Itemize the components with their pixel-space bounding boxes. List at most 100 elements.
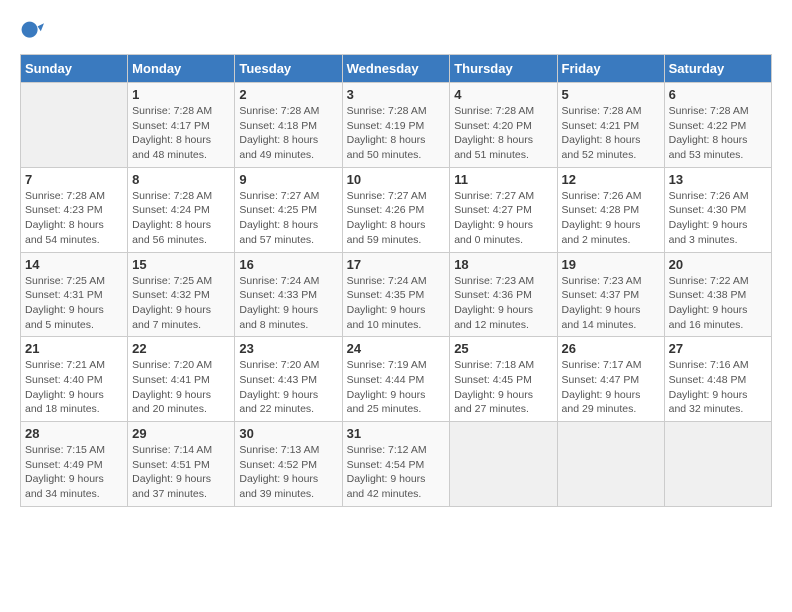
calendar-table: SundayMondayTuesdayWednesdayThursdayFrid… (20, 54, 772, 507)
calendar-cell: 7 Sunrise: 7:28 AM Sunset: 4:23 PM Daylig… (21, 167, 128, 252)
day-number: 9 (239, 172, 337, 187)
calendar-cell: 30Sunrise: 7:13 AM Sunset: 4:52 PM Dayli… (235, 422, 342, 507)
calendar-week-2: 7 Sunrise: 7:28 AM Sunset: 4:23 PM Daylig… (21, 167, 772, 252)
day-info: Sunrise: 7:22 AM Sunset: 4:38 PM Dayligh… (669, 274, 767, 333)
day-info: Sunrise: 7:19 AM Sunset: 4:44 PM Dayligh… (347, 358, 446, 417)
day-number: 31 (347, 426, 446, 441)
calendar-cell: 31 Sunrise: 7:12 AM Sunset: 4:54 PM Dayli… (342, 422, 450, 507)
day-info: Sunrise: 7:25 AM Sunset: 4:32 PM Dayligh… (132, 274, 230, 333)
calendar-cell: 23Sunrise: 7:20 AM Sunset: 4:43 PM Dayli… (235, 337, 342, 422)
day-number: 2 (239, 87, 337, 102)
day-number: 26 (562, 341, 660, 356)
day-info: Sunrise: 7:20 AM Sunset: 4:43 PM Dayligh… (239, 358, 337, 417)
calendar-cell: 8 Sunrise: 7:28 AM Sunset: 4:24 PM Daylig… (128, 167, 235, 252)
day-info: Sunrise: 7:20 AM Sunset: 4:41 PM Dayligh… (132, 358, 230, 417)
day-number: 21 (25, 341, 123, 356)
day-number: 7 (25, 172, 123, 187)
day-number: 8 (132, 172, 230, 187)
day-info: Sunrise: 7:21 AM Sunset: 4:40 PM Dayligh… (25, 358, 123, 417)
day-number: 17 (347, 257, 446, 272)
day-info: Sunrise: 7:14 AM Sunset: 4:51 PM Dayligh… (132, 443, 230, 502)
day-info: Sunrise: 7:24 AM Sunset: 4:35 PM Dayligh… (347, 274, 446, 333)
day-info: Sunrise: 7:12 AM Sunset: 4:54 PM Dayligh… (347, 443, 446, 502)
calendar-cell: 12 Sunrise: 7:26 AM Sunset: 4:28 PM Dayli… (557, 167, 664, 252)
calendar-cell: 9Sunrise: 7:27 AM Sunset: 4:25 PM Daylig… (235, 167, 342, 252)
calendar-cell: 22 Sunrise: 7:20 AM Sunset: 4:41 PM Dayli… (128, 337, 235, 422)
day-info: Sunrise: 7:27 AM Sunset: 4:26 PM Dayligh… (347, 189, 446, 248)
day-info: Sunrise: 7:28 AM Sunset: 4:19 PM Dayligh… (347, 104, 446, 163)
day-number: 18 (454, 257, 552, 272)
calendar-week-3: 14 Sunrise: 7:25 AM Sunset: 4:31 PM Dayli… (21, 252, 772, 337)
calendar-cell (21, 83, 128, 168)
calendar-cell: 2 Sunrise: 7:28 AM Sunset: 4:18 PM Daylig… (235, 83, 342, 168)
day-info: Sunrise: 7:28 AM Sunset: 4:20 PM Dayligh… (454, 104, 552, 163)
day-number: 24 (347, 341, 446, 356)
calendar-cell: 27Sunrise: 7:16 AM Sunset: 4:48 PM Dayli… (664, 337, 771, 422)
calendar-cell: 19Sunrise: 7:23 AM Sunset: 4:37 PM Dayli… (557, 252, 664, 337)
calendar-cell: 17 Sunrise: 7:24 AM Sunset: 4:35 PM Dayli… (342, 252, 450, 337)
day-number: 12 (562, 172, 660, 187)
calendar-cell: 20 Sunrise: 7:22 AM Sunset: 4:38 PM Dayli… (664, 252, 771, 337)
day-number: 29 (132, 426, 230, 441)
day-number: 14 (25, 257, 123, 272)
day-number: 28 (25, 426, 123, 441)
calendar-cell (557, 422, 664, 507)
calendar-week-5: 28 Sunrise: 7:15 AM Sunset: 4:49 PM Dayli… (21, 422, 772, 507)
day-number: 25 (454, 341, 552, 356)
column-header-wednesday: Wednesday (342, 55, 450, 83)
calendar-cell: 29 Sunrise: 7:14 AM Sunset: 4:51 PM Dayli… (128, 422, 235, 507)
day-number: 27 (669, 341, 767, 356)
calendar-week-1: 1 Sunrise: 7:28 AM Sunset: 4:17 PM Daylig… (21, 83, 772, 168)
day-number: 22 (132, 341, 230, 356)
calendar-cell: 4 Sunrise: 7:28 AM Sunset: 4:20 PM Daylig… (450, 83, 557, 168)
calendar-cell: 6 Sunrise: 7:28 AM Sunset: 4:22 PM Daylig… (664, 83, 771, 168)
column-header-thursday: Thursday (450, 55, 557, 83)
day-number: 6 (669, 87, 767, 102)
day-number: 19 (562, 257, 660, 272)
day-number: 4 (454, 87, 552, 102)
day-info: Sunrise: 7:26 AM Sunset: 4:30 PM Dayligh… (669, 189, 767, 248)
calendar-cell: 18Sunrise: 7:23 AM Sunset: 4:36 PM Dayli… (450, 252, 557, 337)
day-info: Sunrise: 7:28 AM Sunset: 4:22 PM Dayligh… (669, 104, 767, 163)
calendar-header: SundayMondayTuesdayWednesdayThursdayFrid… (21, 55, 772, 83)
column-header-friday: Friday (557, 55, 664, 83)
day-number: 20 (669, 257, 767, 272)
calendar-cell (664, 422, 771, 507)
day-info: Sunrise: 7:15 AM Sunset: 4:49 PM Dayligh… (25, 443, 123, 502)
calendar-cell: 13Sunrise: 7:26 AM Sunset: 4:30 PM Dayli… (664, 167, 771, 252)
calendar-cell (450, 422, 557, 507)
column-header-monday: Monday (128, 55, 235, 83)
calendar-cell: 10 Sunrise: 7:27 AM Sunset: 4:26 PM Dayli… (342, 167, 450, 252)
column-header-tuesday: Tuesday (235, 55, 342, 83)
day-info: Sunrise: 7:28 AM Sunset: 4:21 PM Dayligh… (562, 104, 660, 163)
calendar-cell: 15 Sunrise: 7:25 AM Sunset: 4:32 PM Dayli… (128, 252, 235, 337)
day-number: 11 (454, 172, 552, 187)
calendar-cell: 26Sunrise: 7:17 AM Sunset: 4:47 PM Dayli… (557, 337, 664, 422)
day-info: Sunrise: 7:27 AM Sunset: 4:27 PM Dayligh… (454, 189, 552, 248)
calendar-cell: 14 Sunrise: 7:25 AM Sunset: 4:31 PM Dayli… (21, 252, 128, 337)
logo (20, 20, 48, 44)
day-info: Sunrise: 7:28 AM Sunset: 4:18 PM Dayligh… (239, 104, 337, 163)
calendar-cell: 16Sunrise: 7:24 AM Sunset: 4:33 PM Dayli… (235, 252, 342, 337)
day-info: Sunrise: 7:28 AM Sunset: 4:24 PM Dayligh… (132, 189, 230, 248)
day-number: 3 (347, 87, 446, 102)
day-info: Sunrise: 7:25 AM Sunset: 4:31 PM Dayligh… (25, 274, 123, 333)
column-header-saturday: Saturday (664, 55, 771, 83)
day-number: 10 (347, 172, 446, 187)
day-number: 1 (132, 87, 230, 102)
day-number: 15 (132, 257, 230, 272)
logo-icon (20, 20, 44, 44)
page-header (20, 20, 772, 44)
day-info: Sunrise: 7:13 AM Sunset: 4:52 PM Dayligh… (239, 443, 337, 502)
day-info: Sunrise: 7:24 AM Sunset: 4:33 PM Dayligh… (239, 274, 337, 333)
calendar-cell: 24 Sunrise: 7:19 AM Sunset: 4:44 PM Dayli… (342, 337, 450, 422)
day-info: Sunrise: 7:28 AM Sunset: 4:17 PM Dayligh… (132, 104, 230, 163)
calendar-week-4: 21 Sunrise: 7:21 AM Sunset: 4:40 PM Dayli… (21, 337, 772, 422)
calendar-cell: 5 Sunrise: 7:28 AM Sunset: 4:21 PM Daylig… (557, 83, 664, 168)
day-number: 5 (562, 87, 660, 102)
calendar-cell: 25Sunrise: 7:18 AM Sunset: 4:45 PM Dayli… (450, 337, 557, 422)
calendar-cell: 1 Sunrise: 7:28 AM Sunset: 4:17 PM Daylig… (128, 83, 235, 168)
day-info: Sunrise: 7:28 AM Sunset: 4:23 PM Dayligh… (25, 189, 123, 248)
day-info: Sunrise: 7:26 AM Sunset: 4:28 PM Dayligh… (562, 189, 660, 248)
calendar-cell: 28 Sunrise: 7:15 AM Sunset: 4:49 PM Dayli… (21, 422, 128, 507)
